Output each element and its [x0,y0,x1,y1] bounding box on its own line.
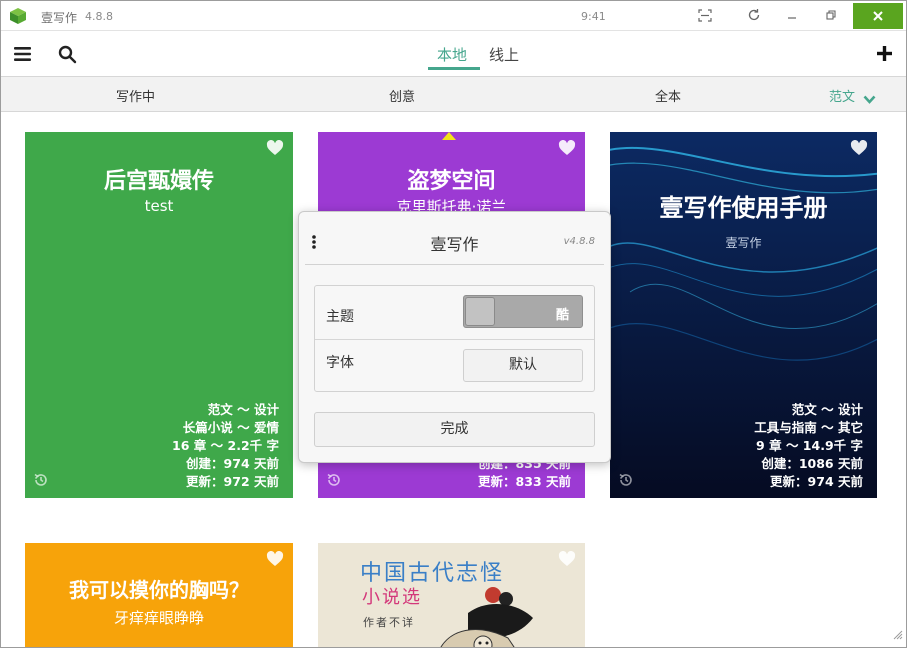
history-icon[interactable] [33,472,49,492]
history-icon[interactable] [618,472,634,492]
dialog-version: v4.8.8 [563,236,595,247]
heart-icon[interactable] [558,551,576,571]
chevron-down-icon[interactable] [863,89,876,108]
app-title: 壹写作 [41,11,78,25]
book-category: 范文 ～ 设计 [791,402,863,417]
book-meta: 范文 ～ 设计 长篇小说 ～ 爱情 16 章 ～ 2.2千 字 创建：974 天… [172,401,279,491]
book-stats: 16 章 ～ 2.2千 字 [172,438,279,453]
search-icon[interactable] [58,45,77,68]
book-genre: 工具与指南 ～ 其它 [754,420,863,435]
book-meta: 范文 ～ 设计 工具与指南 ～ 其它 9 章 ～ 14.9千 字 创建：1086… [754,401,863,491]
main-toolbar: 本地 线上 [1,32,906,76]
book-card[interactable]: 后宫甄嬛传 test 范文 ～ 设计 长篇小说 ～ 爱情 16 章 ～ 2.2千… [25,132,293,498]
close-button[interactable] [853,3,903,29]
book-card[interactable]: 壹写作使用手册 壹写作 范文 ～ 设计 工具与指南 ～ 其它 9 章 ～ 14.… [610,132,877,498]
settings-group: 主题 酷 字体 默认 [314,285,595,392]
restore-icon [825,9,837,21]
book-title-line2: 小说选 [362,587,422,608]
book-category: 范文 ～ 设计 [207,402,279,417]
theme-label: 主题 [326,309,354,325]
book-title: 盗梦空间 [407,169,496,194]
history-icon[interactable] [326,472,342,492]
tab-local[interactable]: 本地 [437,44,467,65]
resize-grip-icon[interactable] [893,625,903,644]
heart-icon[interactable] [558,140,576,160]
done-button[interactable]: 完成 [314,412,595,447]
theme-toggle[interactable]: 酷 [463,295,583,328]
refresh-button[interactable] [734,1,774,29]
category-samples[interactable]: 范文 [829,86,855,105]
qr-scan-icon [698,8,712,22]
book-created: 创建：1086 天前 [761,456,863,471]
book-genre: 长篇小说 ～ 爱情 [182,420,279,435]
minimize-icon [787,10,797,20]
app-logo-icon [9,7,27,25]
book-updated: 更新：833 天前 [478,474,571,489]
book-title: 我可以摸你的胸吗？ [69,578,249,602]
book-author: 壹写作 [725,236,762,250]
selected-card-marker [442,132,456,140]
minimize-button[interactable] [772,1,812,29]
font-select-button[interactable]: 默认 [463,349,583,382]
refresh-icon [747,8,761,22]
book-created: 创建：974 天前 [186,456,279,471]
app-window: 壹写作 4.8.8 9:41 本地 线上 写作中 创意 全本 范文 后宫甄嬛传 … [0,0,907,648]
category-complete[interactable]: 全本 [655,86,681,105]
settings-divider [315,339,594,340]
dialog-divider [305,264,604,265]
book-updated: 更新：974 天前 [770,474,863,489]
font-label: 字体 [326,355,354,371]
close-icon [872,10,884,22]
tab-online[interactable]: 线上 [489,44,519,65]
heart-icon[interactable] [266,140,284,160]
theme-value: 酷 [555,308,569,323]
book-author: 作者不详 [363,616,415,629]
qr-scan-button[interactable] [685,1,725,29]
book-author: 牙痒痒眼睁睁 [113,609,204,627]
category-ideas[interactable]: 创意 [389,86,415,105]
category-bar: 写作中 创意 全本 范文 [1,76,906,112]
toggle-knob[interactable] [465,297,495,326]
book-title: 后宫甄嬛传 [103,169,214,194]
heart-icon[interactable] [850,140,868,160]
settings-dialog: 壹写作 v4.8.8 主题 酷 字体 默认 完成 [298,211,611,463]
menu-icon[interactable] [14,46,32,66]
clock: 9:41 [581,10,606,23]
app-version: 4.8.8 [85,10,113,23]
active-tab-indicator [428,67,480,70]
restore-button[interactable] [811,1,851,29]
book-updated: 更新：972 天前 [186,474,279,489]
plus-icon[interactable] [876,45,893,66]
book-author: test [144,197,174,215]
title-bar: 壹写作 4.8.8 9:41 [1,1,906,31]
heart-icon[interactable] [266,551,284,571]
book-title: 壹写作使用手册 [659,194,828,222]
category-writing[interactable]: 写作中 [116,86,155,105]
book-card[interactable]: 中国古代志怪 小说选 作者不详 [318,543,585,647]
book-stats: 9 章 ～ 14.9千 字 [756,438,863,453]
book-card[interactable]: 我可以摸你的胸吗？ 牙痒痒眼睁睁 [25,543,293,647]
